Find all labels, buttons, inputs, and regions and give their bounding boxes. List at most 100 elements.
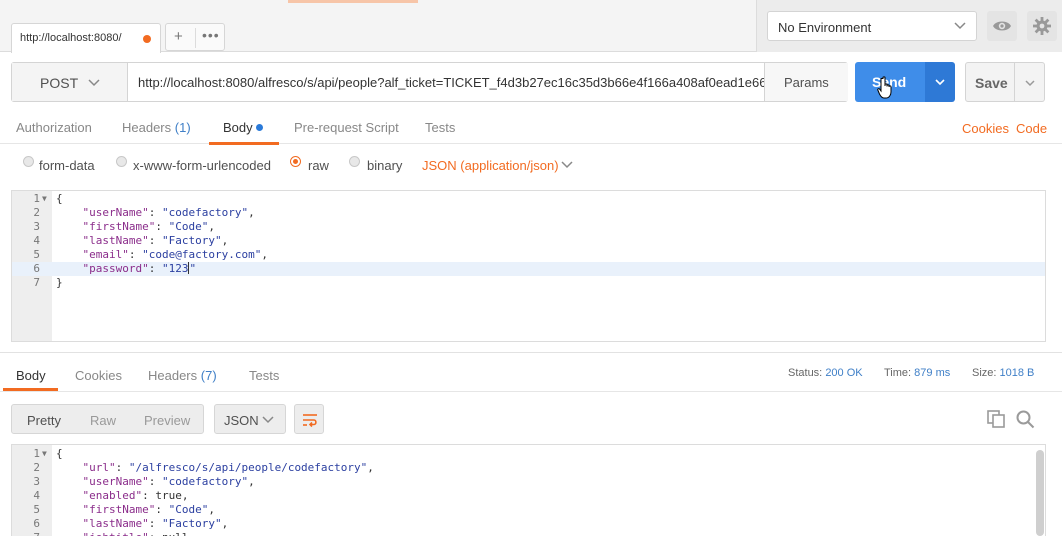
save-label: Save	[975, 75, 1008, 91]
environment-select[interactable]: No Environment	[767, 11, 977, 41]
tab-tests[interactable]: Tests	[425, 120, 455, 135]
save-button[interactable]: Save	[965, 62, 1015, 102]
send-options-button[interactable]	[925, 62, 955, 102]
code-line: 6 "password": "123"	[12, 262, 1045, 276]
response-tab-tests[interactable]: Tests	[249, 368, 279, 383]
form-data-label[interactable]: form-data	[39, 158, 95, 173]
line-number: 2	[33, 461, 40, 474]
line-number: 1	[33, 192, 40, 205]
json-punctuation: : null,	[149, 531, 195, 536]
raw-label[interactable]: raw	[308, 158, 329, 173]
tab-body[interactable]: Body	[223, 120, 263, 135]
code-line: 1 ▼ {	[12, 447, 1045, 461]
code-text: "jobtitle": null,	[56, 531, 196, 536]
json-punctuation: ,	[221, 234, 229, 247]
binary-radio[interactable]	[349, 156, 360, 167]
json-punctuation: ,	[221, 517, 229, 530]
save-options-button[interactable]	[1015, 62, 1045, 102]
active-tab-indicator	[209, 142, 279, 145]
time-label: Time:	[884, 367, 912, 379]
urlencoded-label[interactable]: x-www-form-urlencoded	[133, 158, 271, 173]
unsaved-dot	[143, 35, 151, 43]
method-label: POST	[40, 75, 79, 91]
json-punctuation	[56, 517, 83, 530]
json-punctuation: :	[148, 517, 162, 530]
json-punctuation: {	[56, 447, 63, 460]
request-tabs: Authorization Headers (1) Body Pre-reque…	[0, 112, 1062, 145]
json-punctuation: ,	[261, 248, 268, 261]
tab-pre-request-script[interactable]: Pre-request Script	[294, 120, 399, 135]
code-line: 7 "jobtitle": null,	[12, 531, 1045, 536]
code-line: 3 "firstName": "Code",	[12, 220, 1045, 234]
headers-count: (1)	[174, 120, 191, 135]
response-tab-body[interactable]: Body	[16, 368, 46, 383]
code-line: 5 "firstName": "Code",	[12, 503, 1045, 517]
code-text: "enabled": true,	[56, 489, 189, 503]
cookies-link[interactable]: Cookies	[962, 121, 1009, 136]
response-format-select[interactable]: JSON	[214, 404, 286, 434]
json-punctuation: :	[155, 503, 169, 516]
json-key: "password"	[82, 262, 149, 275]
line-number: 3	[33, 220, 40, 233]
code-text: "firstName": "Code",	[56, 503, 215, 517]
search-icon[interactable]	[1015, 409, 1035, 432]
tab-headers[interactable]: Headers (1)	[122, 120, 191, 135]
tab-headers-label: Headers	[122, 120, 172, 135]
method-select[interactable]: POST	[12, 63, 128, 101]
preview-button[interactable]: Preview	[144, 413, 190, 428]
response-scrollbar[interactable]	[1036, 450, 1044, 536]
pretty-button[interactable]: Pretty	[27, 413, 61, 428]
json-key: "lastName"	[82, 517, 149, 530]
form-data-radio[interactable]	[23, 156, 34, 167]
code-link[interactable]: Code	[1016, 121, 1047, 136]
content-type-select[interactable]: JSON (application/json)	[422, 158, 559, 173]
status-readout: Status: 200 OK	[788, 367, 863, 379]
response-tab-headers[interactable]: Headers (7)	[148, 368, 217, 383]
code-text: {	[56, 192, 63, 206]
json-punctuation	[56, 531, 83, 536]
url-input[interactable]: http://localhost:8080/alfresco/s/api/peo…	[128, 63, 764, 101]
raw-radio[interactable]	[290, 156, 301, 167]
fold-toggle-icon[interactable]: ▼	[42, 192, 47, 206]
response-tab-cookies[interactable]: Cookies	[75, 368, 122, 383]
raw-button[interactable]: Raw	[90, 413, 116, 428]
tab-authorization[interactable]: Authorization	[16, 120, 92, 135]
line-number: 1	[33, 447, 40, 460]
request-tab[interactable]: http://localhost:8080/	[11, 23, 161, 53]
urlencoded-radio[interactable]	[116, 156, 127, 167]
more-tabs-button[interactable]: •••	[202, 27, 220, 43]
code-text: "password": "123"	[56, 262, 196, 276]
pane-divider[interactable]	[0, 352, 1062, 353]
request-body-editor[interactable]: 1 ▼{2 "userName": "codefactory", 3 "firstN…	[11, 190, 1046, 342]
json-string: "	[189, 262, 197, 275]
json-punctuation: ,	[248, 206, 255, 219]
wrap-lines-button[interactable]	[294, 404, 324, 434]
params-label: Params	[784, 75, 829, 90]
response-code: 1 ▼ {2 "url": "/alfresco/s/api/people/code…	[12, 447, 1045, 536]
json-punctuation: ,	[208, 220, 215, 233]
json-punctuation: }	[56, 276, 63, 289]
json-string: "code@factory.com"	[142, 248, 262, 261]
json-string: "Factory"	[161, 517, 222, 530]
json-key: "lastName"	[82, 234, 149, 247]
body-type-options: form-data x-www-form-urlencoded raw bina…	[0, 152, 1062, 178]
code-text: "url": "/alfresco/s/api/people/codefacto…	[56, 461, 374, 475]
fold-toggle-icon[interactable]: ▼	[42, 447, 47, 461]
json-punctuation	[56, 248, 83, 261]
line-number: 5	[33, 503, 40, 516]
params-button[interactable]: Params	[764, 63, 848, 101]
json-punctuation	[56, 489, 83, 502]
response-body-viewer[interactable]: 1 ▼ {2 "url": "/alfresco/s/api/people/code…	[11, 444, 1046, 536]
new-tab-button[interactable]: +	[174, 28, 183, 45]
active-tab-indicator	[3, 388, 58, 391]
json-punctuation: :	[148, 206, 162, 219]
copy-icon[interactable]	[986, 409, 1006, 432]
manage-environments-button[interactable]	[1027, 11, 1057, 41]
size-value: 1018 B	[999, 367, 1035, 379]
json-punctuation: ,	[248, 475, 255, 488]
environment-quick-look-button[interactable]	[987, 11, 1017, 41]
binary-label[interactable]: binary	[367, 158, 402, 173]
line-number: 6	[33, 262, 40, 275]
json-key: "firstName"	[82, 503, 156, 516]
code-line: 5 "email": "code@factory.com",	[12, 248, 1045, 262]
